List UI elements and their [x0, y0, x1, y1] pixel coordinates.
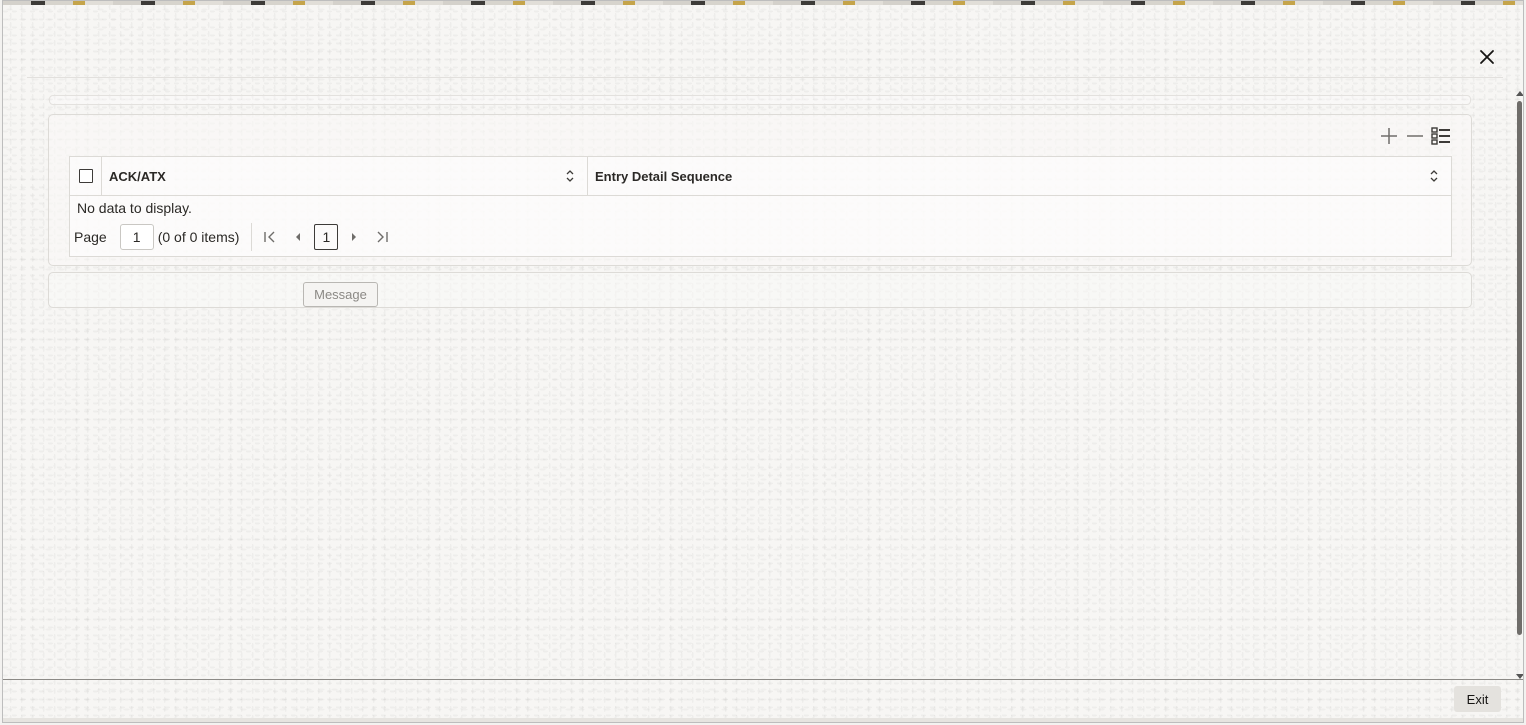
header-pattern-strip — [3, 1, 1523, 5]
items-count: (0 of 0 items) — [157, 229, 240, 245]
plus-icon — [1381, 128, 1397, 144]
dialog-window: ACK/ATX Entry Detail Sequence No data to… — [2, 0, 1524, 723]
page-label: Page — [74, 229, 107, 245]
page-number-input[interactable] — [119, 224, 154, 250]
list-settings-icon — [1431, 127, 1450, 145]
column-header-ack-atx[interactable]: ACK/ATX — [102, 157, 588, 195]
current-page-button[interactable]: 1 — [314, 224, 339, 250]
previous-page-button[interactable] — [284, 223, 312, 251]
first-page-button[interactable] — [256, 223, 284, 251]
scroll-up-icon[interactable] — [1516, 91, 1523, 96]
scroll-thumb[interactable] — [1517, 101, 1522, 635]
minus-icon — [1407, 135, 1423, 137]
select-all-checkbox[interactable] — [78, 169, 93, 183]
last-page-icon — [377, 231, 389, 243]
grid-header-row: ACK/ATX Entry Detail Sequence — [70, 157, 1451, 196]
next-page-icon — [352, 233, 357, 241]
pagination-bar: Page (0 of 0 items) 1 — [70, 218, 1451, 256]
bottom-edge — [3, 718, 1523, 722]
select-all-cell — [70, 157, 102, 195]
data-grid: ACK/ATX Entry Detail Sequence No data to… — [69, 156, 1452, 257]
section-header-bar — [49, 95, 1471, 105]
message-bar: Message — [48, 272, 1472, 308]
add-row-button[interactable] — [1379, 125, 1399, 147]
pager-divider — [251, 223, 253, 251]
sort-icon[interactable] — [565, 168, 575, 184]
column-settings-button[interactable] — [1431, 125, 1451, 147]
exit-button[interactable]: Exit — [1454, 686, 1501, 712]
column-header-label: Entry Detail Sequence — [595, 168, 733, 184]
message-button[interactable]: Message — [303, 282, 378, 307]
close-icon — [1480, 50, 1494, 64]
column-header-label: ACK/ATX — [109, 168, 166, 184]
close-button[interactable] — [1475, 45, 1499, 69]
header-divider — [27, 77, 1503, 78]
column-header-entry-detail-sequence[interactable]: Entry Detail Sequence — [588, 157, 1451, 195]
empty-grid-message: No data to display. — [77, 200, 192, 216]
grid-panel: ACK/ATX Entry Detail Sequence No data to… — [48, 114, 1472, 266]
last-page-button[interactable] — [368, 223, 396, 251]
vertical-scrollbar[interactable] — [1515, 89, 1523, 681]
previous-page-icon — [296, 233, 301, 241]
footer-divider — [3, 679, 1523, 680]
sort-icon[interactable] — [1429, 168, 1439, 184]
first-page-icon — [264, 231, 275, 243]
next-page-button[interactable] — [340, 223, 368, 251]
delete-row-button[interactable] — [1405, 125, 1425, 147]
grid-toolbar — [1379, 125, 1451, 147]
